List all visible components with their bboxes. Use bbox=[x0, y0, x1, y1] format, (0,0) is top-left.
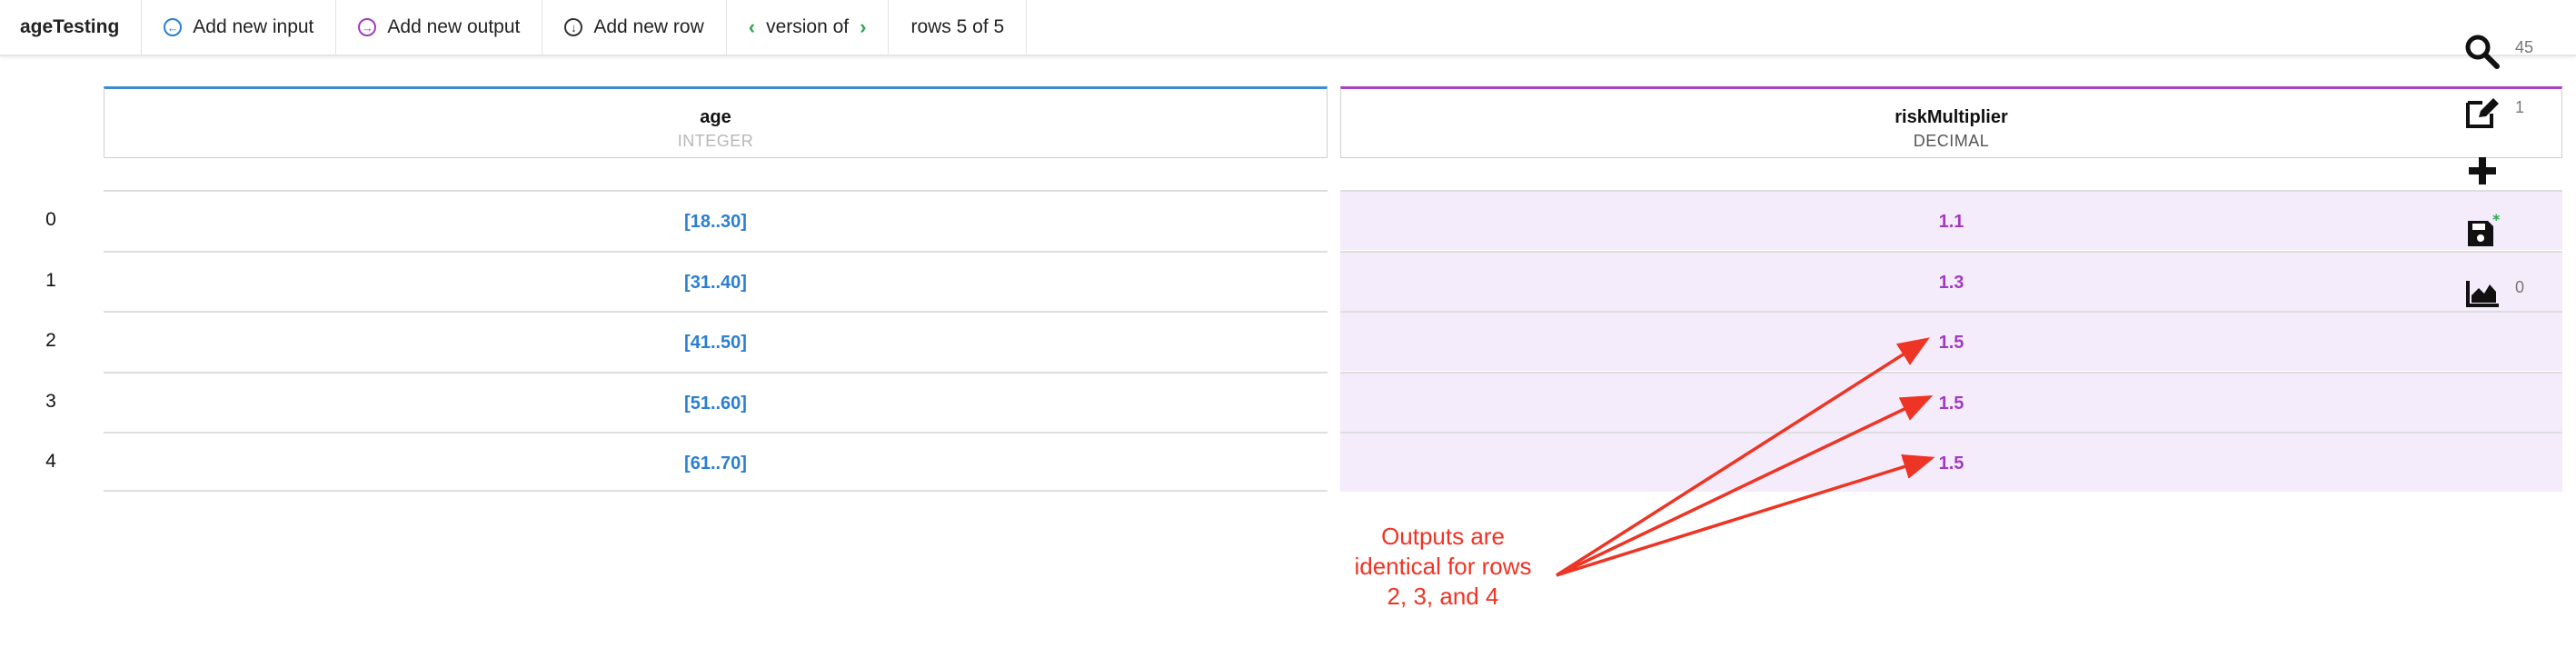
edit-count: 1 bbox=[2515, 98, 2525, 116]
chart-count: 0 bbox=[2515, 278, 2525, 296]
add-input-button[interactable]: ← Add new input bbox=[142, 0, 337, 55]
table-row: 4 [61..70] 1.5 bbox=[0, 432, 2576, 493]
arrow-down-circle-icon: ↓ bbox=[564, 18, 583, 36]
svg-text:*: * bbox=[2492, 212, 2501, 228]
output-cell[interactable]: 1.1 bbox=[1340, 190, 2562, 250]
output-column-type: DECIMAL bbox=[1913, 132, 1990, 150]
toolbar: ageTesting ← Add new input → Add new out… bbox=[0, 0, 2576, 56]
search-icon[interactable] bbox=[2462, 32, 2502, 72]
row-index: 1 bbox=[45, 269, 56, 291]
output-cell[interactable]: 1.5 bbox=[1340, 432, 2562, 492]
rows-count: rows 5 of 5 bbox=[889, 0, 1028, 55]
output-column-name: riskMultiplier bbox=[1895, 107, 2008, 127]
row-index: 2 bbox=[45, 330, 56, 351]
add-input-label: Add new input bbox=[193, 16, 314, 37]
chevron-left-icon[interactable]: ‹ bbox=[749, 15, 755, 39]
table-row: 2 [41..50] 1.5 bbox=[0, 311, 2576, 372]
annotation-note: Outputs are identical for rows 2, 3, and… bbox=[1322, 522, 1564, 612]
version-label: version of bbox=[766, 16, 850, 37]
input-cell[interactable]: [61..70] bbox=[104, 432, 1328, 492]
arrow-left-circle-icon: ← bbox=[164, 18, 183, 36]
input-cell[interactable]: [18..30] bbox=[104, 190, 1328, 250]
output-column-header[interactable]: riskMultiplier DECIMAL bbox=[1340, 86, 2562, 158]
row-index: 4 bbox=[45, 451, 56, 472]
annotation-line: 2, 3, and 4 bbox=[1387, 583, 1499, 610]
area-chart-icon[interactable] bbox=[2462, 272, 2502, 312]
edit-tool[interactable]: 1 bbox=[2462, 87, 2562, 147]
version-selector: ‹ version of › bbox=[727, 0, 890, 55]
output-cell[interactable]: 1.3 bbox=[1340, 250, 2562, 311]
input-cell[interactable]: [41..50] bbox=[104, 311, 1328, 371]
save-tool[interactable]: * bbox=[2462, 207, 2562, 267]
table-row: 3 [51..60] 1.5 bbox=[0, 371, 2576, 433]
search-tool[interactable]: 45 bbox=[2462, 27, 2562, 87]
plus-icon[interactable] bbox=[2462, 152, 2502, 192]
input-column-type: INTEGER bbox=[677, 132, 754, 150]
table-row: 1 [31..40] 1.3 bbox=[0, 250, 2576, 312]
decision-table-title: ageTesting bbox=[0, 0, 143, 55]
input-cell[interactable]: [51..60] bbox=[104, 371, 1328, 432]
save-icon[interactable]: * bbox=[2462, 212, 2502, 252]
output-cell[interactable]: 1.5 bbox=[1340, 371, 2562, 432]
input-column-header[interactable]: age INTEGER bbox=[104, 86, 1328, 158]
edit-icon[interactable] bbox=[2462, 92, 2502, 132]
chevron-right-icon[interactable]: › bbox=[860, 15, 866, 39]
add-row-button[interactable]: ↓ Add new row bbox=[542, 0, 727, 55]
annotation-line: identical for rows bbox=[1354, 553, 1532, 580]
input-column-name: age bbox=[700, 107, 731, 127]
annotation-line: Outputs are bbox=[1381, 523, 1505, 550]
add-output-label: Add new output bbox=[387, 16, 521, 37]
arrow-right-circle-icon: → bbox=[358, 18, 377, 36]
chart-tool[interactable]: 0 bbox=[2462, 267, 2562, 327]
add-row-label: Add new row bbox=[593, 16, 704, 37]
side-panel: 45 1 * 0 bbox=[2462, 27, 2562, 327]
decision-table-rows: 0 [18..30] 1.1 1 [31..40] 1.3 2 [41..50]… bbox=[0, 190, 2576, 493]
add-tool[interactable] bbox=[2462, 147, 2562, 207]
row-index: 3 bbox=[45, 390, 56, 412]
search-count: 45 bbox=[2515, 38, 2534, 56]
row-index: 0 bbox=[45, 209, 56, 230]
add-output-button[interactable]: → Add new output bbox=[336, 0, 543, 55]
input-cell[interactable]: [31..40] bbox=[104, 250, 1328, 311]
table-row: 0 [18..30] 1.1 bbox=[0, 190, 2576, 251]
output-cell[interactable]: 1.5 bbox=[1340, 311, 2562, 371]
